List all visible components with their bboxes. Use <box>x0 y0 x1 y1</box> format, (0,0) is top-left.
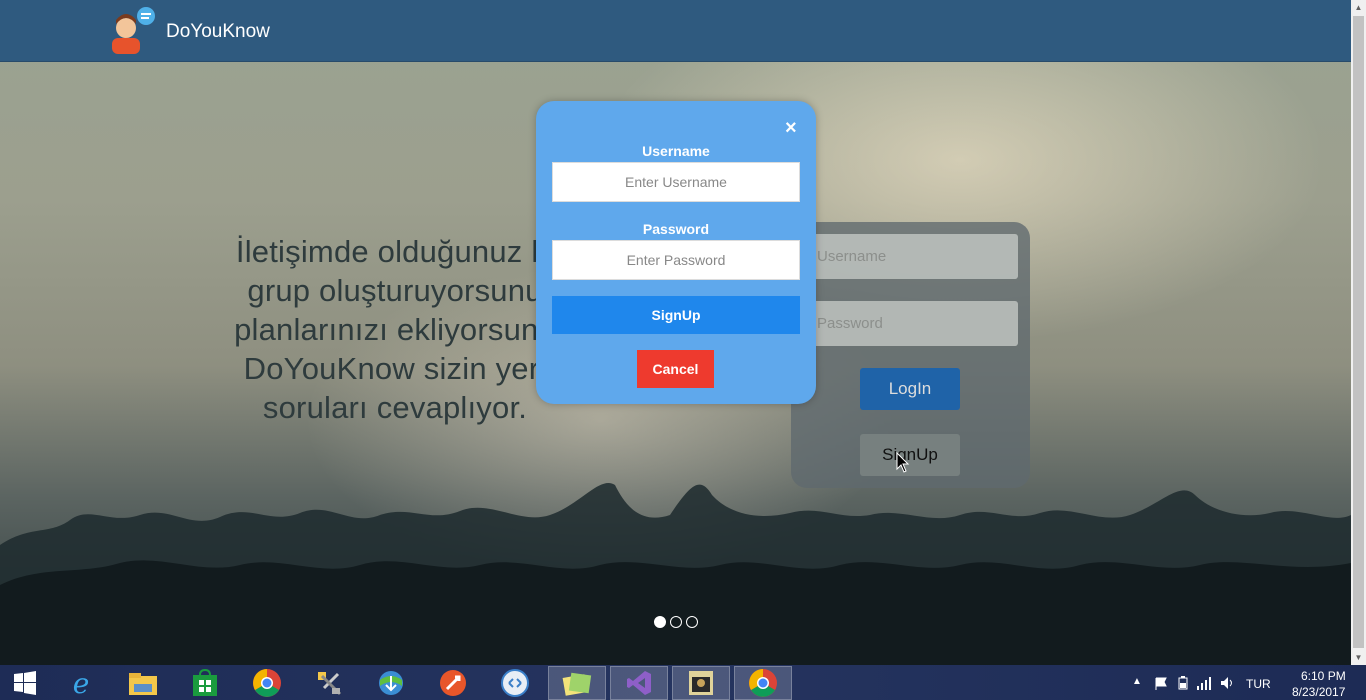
svg-text:e: e <box>73 668 90 698</box>
filezilla-icon[interactable] <box>424 666 482 700</box>
username-label: Username <box>642 143 710 159</box>
windows-start-icon[interactable] <box>0 666 50 700</box>
action-center-flag-icon[interactable] <box>1154 677 1168 690</box>
password-label: Password <box>642 221 710 237</box>
carousel-dot[interactable] <box>670 616 682 628</box>
input-language[interactable]: TUR <box>1246 677 1271 691</box>
carousel-indicators <box>654 616 698 628</box>
login-card: LogIn SignUp <box>791 222 1030 488</box>
login-password-input[interactable] <box>811 301 1018 346</box>
carousel-dot[interactable] <box>654 616 666 628</box>
chrome-icon[interactable] <box>734 666 792 700</box>
scroll-thumb[interactable] <box>1353 16 1364 648</box>
signup-modal: × Username Password SignUp Cancel <box>536 101 816 404</box>
close-icon[interactable]: × <box>785 118 797 138</box>
scroll-up-icon[interactable]: ▲ <box>1351 0 1366 15</box>
login-username-input[interactable] <box>811 234 1018 279</box>
battery-icon[interactable] <box>1176 676 1190 690</box>
signup-username-input[interactable] <box>552 162 800 202</box>
download-manager-icon[interactable] <box>362 666 420 700</box>
vertical-scrollbar[interactable]: ▲ ▼ <box>1351 0 1366 665</box>
clock-time[interactable]: 6:10 PM <box>1301 669 1346 683</box>
brand-name[interactable]: DoYouKnow <box>166 21 270 43</box>
site-header: DoYouKnow <box>0 0 1351 62</box>
mouse-cursor-icon <box>896 452 910 473</box>
volume-icon[interactable] <box>1220 676 1234 690</box>
remote-desktop-icon[interactable] <box>486 666 544 700</box>
browser-viewport: DoYouKnow İletişimde olduğunuz ki grup o… <box>0 0 1351 665</box>
tools-icon[interactable] <box>300 666 358 700</box>
chrome-icon[interactable] <box>238 666 296 700</box>
sticky-notes-icon[interactable] <box>548 666 606 700</box>
signup-password-input[interactable] <box>552 240 800 280</box>
network-signal-icon[interactable] <box>1196 676 1212 690</box>
visual-studio-icon[interactable] <box>610 666 668 700</box>
store-icon[interactable] <box>176 666 234 700</box>
clock-date[interactable]: 8/23/2017 <box>1292 685 1345 699</box>
cancel-button[interactable]: Cancel <box>637 350 714 388</box>
crowd-background-image <box>0 482 1351 665</box>
carousel-dot[interactable] <box>686 616 698 628</box>
windows-taskbar: e ▲ TUR 6:10 PM 8/23/2017 <box>0 665 1366 700</box>
show-hidden-icons-icon[interactable]: ▲ <box>1132 676 1142 687</box>
signup-submit-button[interactable]: SignUp <box>552 296 800 334</box>
user-chat-logo-icon[interactable] <box>106 6 158 54</box>
system-tray: ▲ TUR 6:10 PM 8/23/2017 <box>1126 665 1366 700</box>
game-app-icon[interactable] <box>672 666 730 700</box>
open-signup-button[interactable]: SignUp <box>860 434 960 476</box>
internet-explorer-icon[interactable]: e <box>52 666 110 700</box>
login-button[interactable]: LogIn <box>860 368 960 410</box>
file-explorer-icon[interactable] <box>114 666 172 700</box>
scroll-down-icon[interactable]: ▼ <box>1351 650 1366 665</box>
